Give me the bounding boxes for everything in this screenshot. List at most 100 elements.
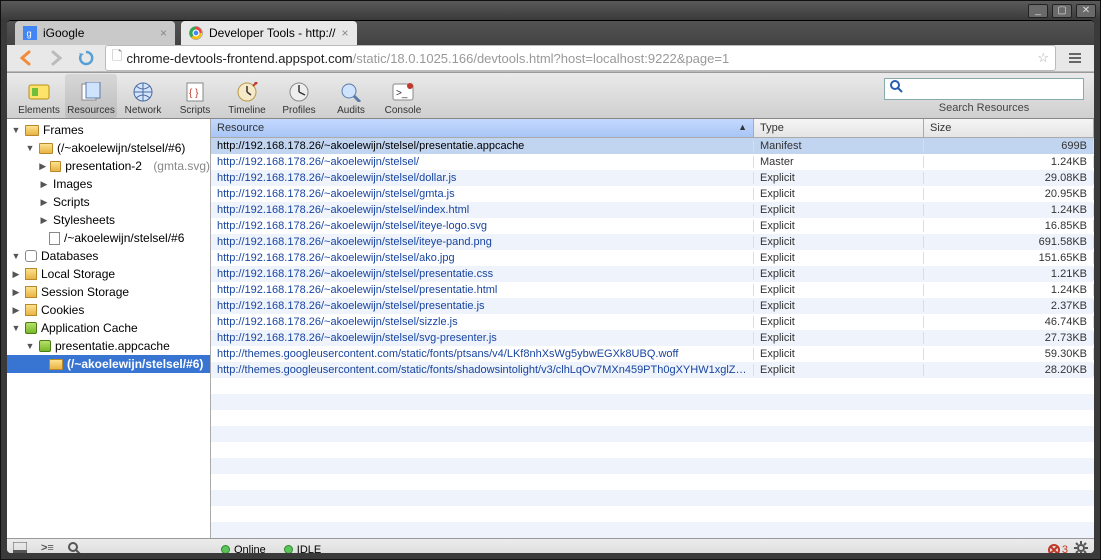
- tree-document-leaf[interactable]: /~akoelewijn/stelsel/#6: [7, 229, 210, 247]
- column-label: Size: [930, 122, 951, 134]
- table-row[interactable]: http://192.168.178.26/~akoelewijn/stelse…: [211, 170, 1094, 186]
- tree-images[interactable]: ▶Images: [7, 175, 210, 193]
- devtools-panel: Elements Resources Network { }Scripts Ti…: [7, 72, 1094, 553]
- search-caption: Search Resources: [939, 102, 1030, 114]
- panel-button-scripts[interactable]: { }Scripts: [169, 74, 221, 118]
- tree-cookies[interactable]: ▶Cookies: [7, 301, 210, 319]
- cookies-icon: [25, 304, 37, 316]
- table-row[interactable]: http://192.168.178.26/~akoelewijn/stelse…: [211, 330, 1094, 346]
- error-count-badge[interactable]: 3: [1048, 544, 1068, 553]
- search-input[interactable]: [907, 82, 1079, 96]
- forward-button[interactable]: [45, 47, 67, 69]
- browser-tab-igoogle[interactable]: g iGoogle ×: [15, 21, 175, 45]
- url-input[interactable]: 🗋 chrome-devtools-frontend.appspot.com/s…: [105, 45, 1056, 71]
- status-dot-icon: [221, 545, 230, 553]
- tree-manifest[interactable]: ▼presentatie.appcache: [7, 337, 210, 355]
- panel-button-elements[interactable]: Elements: [13, 74, 65, 118]
- cell-resource: http://192.168.178.26/~akoelewijn/stelse…: [211, 316, 754, 328]
- cell-resource: http://192.168.178.26/~akoelewijn/stelse…: [211, 300, 754, 312]
- url-host: chrome-devtools-frontend.appspot.com: [126, 51, 352, 66]
- toolbar-label: Scripts: [180, 105, 211, 116]
- tree-scripts-folder[interactable]: ▶Scripts: [7, 193, 210, 211]
- cell-size: 1.24KB: [924, 156, 1094, 168]
- column-header-type[interactable]: Type: [754, 119, 924, 137]
- search-resources-box[interactable]: [884, 78, 1084, 100]
- table-row-empty: [211, 474, 1094, 490]
- settings-gear-icon[interactable]: [1074, 541, 1088, 553]
- panel-button-profiles[interactable]: Profiles: [273, 74, 325, 118]
- panel-button-audits[interactable]: Audits: [325, 74, 377, 118]
- dock-toggle-button[interactable]: [13, 542, 27, 553]
- panel-button-timeline[interactable]: Timeline: [221, 74, 273, 118]
- cell-size: 1.24KB: [924, 204, 1094, 216]
- site-info-icon[interactable]: 🗋: [112, 47, 122, 69]
- table-row[interactable]: http://192.168.178.26/~akoelewijn/stelse…: [211, 234, 1094, 250]
- tree-frames[interactable]: ▼Frames: [7, 121, 210, 139]
- tree-extra: (gmta.svg): [153, 159, 210, 173]
- panel-button-console[interactable]: >_Console: [377, 74, 429, 118]
- column-header-size[interactable]: Size: [924, 119, 1094, 137]
- cell-size: 29.08KB: [924, 172, 1094, 184]
- table-row[interactable]: http://192.168.178.26/~akoelewijn/stelse…: [211, 266, 1094, 282]
- table-row[interactable]: http://themes.googleusercontent.com/stat…: [211, 362, 1094, 378]
- back-button[interactable]: [15, 47, 37, 69]
- tree-frame-node[interactable]: ▼(/~akoelewijn/stelsel/#6): [7, 139, 210, 157]
- panel-button-network[interactable]: Network: [117, 74, 169, 118]
- toolbar-label: Timeline: [228, 105, 265, 116]
- browser-tab-devtools[interactable]: Developer Tools - http:// ×: [181, 21, 357, 45]
- tree-label: Images: [53, 177, 92, 191]
- table-row-empty: [211, 522, 1094, 538]
- cell-type: Master: [754, 156, 924, 168]
- file-icon: [49, 232, 60, 245]
- bookmark-star-icon[interactable]: ☆: [1037, 50, 1049, 66]
- tree-sessionstorage[interactable]: ▶Session Storage: [7, 283, 210, 301]
- table-row[interactable]: http://192.168.178.26/~akoelewijn/stelse…: [211, 298, 1094, 314]
- window-minimize-button[interactable]: _: [1028, 4, 1048, 18]
- window-maximize-button[interactable]: ▢: [1052, 4, 1072, 18]
- os-titlebar: _ ▢ ✕: [1, 1, 1100, 20]
- window-close-button[interactable]: ✕: [1076, 4, 1096, 18]
- profiles-icon: [287, 81, 311, 103]
- cell-resource: http://192.168.178.26/~akoelewijn/stelse…: [211, 252, 754, 264]
- folder-icon: [25, 125, 39, 136]
- close-icon[interactable]: ×: [342, 26, 349, 40]
- tree-localstorage[interactable]: ▶Local Storage: [7, 265, 210, 283]
- tree-label: presentatie.appcache: [55, 339, 170, 353]
- table-row[interactable]: http://192.168.178.26/~akoelewijn/stelse…: [211, 154, 1094, 170]
- table-row[interactable]: http://themes.googleusercontent.com/stat…: [211, 346, 1094, 362]
- search-icon[interactable]: [68, 542, 81, 553]
- panel-button-resources[interactable]: Resources: [65, 74, 117, 118]
- cell-type: Explicit: [754, 204, 924, 216]
- wrench-menu-button[interactable]: [1064, 47, 1086, 69]
- appcache-icon: [25, 322, 37, 334]
- table-row[interactable]: http://192.168.178.26/~akoelewijn/stelse…: [211, 138, 1094, 154]
- show-console-button[interactable]: >≡: [41, 542, 54, 553]
- resources-sidebar: ▼Frames ▼(/~akoelewijn/stelsel/#6) ▶pres…: [7, 119, 211, 538]
- svg-text:g: g: [27, 29, 32, 39]
- manifest-icon: [39, 340, 51, 352]
- status-online: Online: [221, 544, 266, 553]
- table-row[interactable]: http://192.168.178.26/~akoelewijn/stelse…: [211, 314, 1094, 330]
- tree-manifest-frame[interactable]: (/~akoelewijn/stelsel/#6): [7, 355, 210, 373]
- column-header-resource[interactable]: Resource▲: [211, 119, 754, 137]
- tree-stylesheets[interactable]: ▶Stylesheets: [7, 211, 210, 229]
- table-row[interactable]: http://192.168.178.26/~akoelewijn/stelse…: [211, 282, 1094, 298]
- cell-size: 20.95KB: [924, 188, 1094, 200]
- tree-appcache[interactable]: ▼Application Cache: [7, 319, 210, 337]
- table-row[interactable]: http://192.168.178.26/~akoelewijn/stelse…: [211, 250, 1094, 266]
- browser-window: _ ▢ ✕ g iGoogle × Developer Tools - http…: [0, 0, 1101, 560]
- cell-type: Explicit: [754, 348, 924, 360]
- cell-size: 151.65KB: [924, 252, 1094, 264]
- close-icon[interactable]: ×: [160, 26, 167, 40]
- table-row[interactable]: http://192.168.178.26/~akoelewijn/stelse…: [211, 218, 1094, 234]
- cell-type: Explicit: [754, 252, 924, 264]
- tree-databases[interactable]: ▼Databases: [7, 247, 210, 265]
- column-label: Resource: [217, 122, 264, 134]
- cell-resource: http://192.168.178.26/~akoelewijn/stelse…: [211, 140, 754, 152]
- cell-resource: http://192.168.178.26/~akoelewijn/stelse…: [211, 332, 754, 344]
- table-row[interactable]: http://192.168.178.26/~akoelewijn/stelse…: [211, 202, 1094, 218]
- table-row[interactable]: http://192.168.178.26/~akoelewijn/stelse…: [211, 186, 1094, 202]
- reload-button[interactable]: [75, 47, 97, 69]
- panes: ▼Frames ▼(/~akoelewijn/stelsel/#6) ▶pres…: [7, 119, 1094, 538]
- tree-presentation2[interactable]: ▶presentation-2 (gmta.svg): [7, 157, 210, 175]
